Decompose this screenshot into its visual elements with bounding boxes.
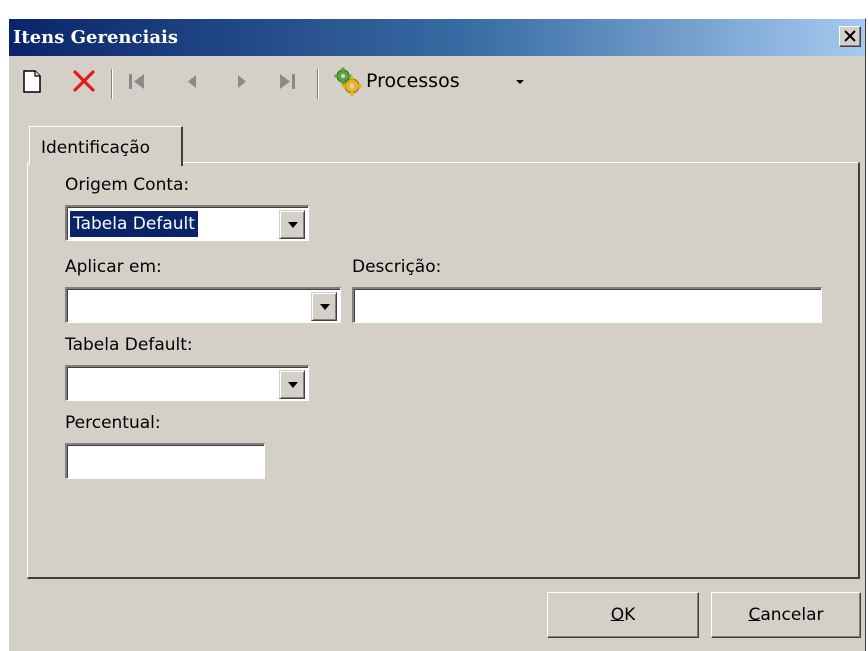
chevron-down-icon: [288, 222, 298, 228]
processos-gears-icon: [334, 67, 362, 96]
origem-conta-value: Tabela Default: [69, 210, 199, 238]
close-button[interactable]: [839, 26, 861, 47]
processos-label: Processos: [366, 70, 460, 92]
descricao-label: Descrição:: [352, 257, 442, 277]
tabela-default-select[interactable]: [65, 365, 309, 401]
cancel-label-rest: ancelar: [760, 605, 824, 625]
aplicar-em-label: Aplicar em:: [65, 257, 162, 277]
percentual-field[interactable]: [65, 443, 265, 479]
aplicar-em-dropdown-button[interactable]: [311, 292, 337, 321]
chevron-down-icon: [320, 304, 330, 310]
tabela-default-value: [70, 371, 76, 397]
previous-record-icon: [188, 75, 196, 88]
processos-button[interactable]: Processos: [329, 63, 509, 99]
delete-icon: [73, 70, 95, 92]
first-record-button[interactable]: [125, 68, 153, 96]
ok-label-rest: K: [624, 605, 636, 625]
processos-dropdown-button[interactable]: [513, 68, 533, 96]
delete-button[interactable]: [71, 68, 101, 96]
tab-label: Identificação: [41, 138, 151, 158]
cancel-mnemonic: C: [748, 605, 761, 625]
first-record-icon: [129, 74, 144, 89]
last-record-icon: [280, 74, 295, 89]
last-record-button[interactable]: [275, 68, 303, 96]
tabela-default-dropdown-button[interactable]: [279, 370, 305, 399]
aplicar-em-select[interactable]: [65, 287, 341, 323]
origem-conta-dropdown-button[interactable]: [279, 210, 305, 239]
next-record-icon: [238, 75, 246, 88]
title-bar[interactable]: Itens Gerenciais: [9, 19, 865, 56]
toolbar: Processos: [9, 57, 865, 109]
dialog-window: Itens Gerenciais Processos Identificação…: [8, 18, 866, 651]
new-document-icon: [23, 70, 41, 93]
cancel-button[interactable]: Cancelar: [711, 592, 861, 638]
tab-identificacao[interactable]: Identificação: [29, 126, 183, 166]
toolbar-separator: [317, 69, 319, 99]
previous-record-button[interactable]: [181, 68, 207, 96]
origem-conta-label: Origem Conta:: [65, 175, 190, 195]
chevron-down-icon: [288, 382, 298, 388]
aplicar-em-value: [70, 293, 76, 319]
descricao-field[interactable]: [352, 287, 822, 323]
tab-panel: Origem Conta: Tabela Default Aplicar em:…: [27, 162, 860, 579]
origem-conta-select[interactable]: Tabela Default: [65, 205, 309, 241]
ok-button[interactable]: OK: [547, 592, 699, 638]
descricao-value: [357, 293, 363, 319]
dropdown-arrow-icon: [516, 80, 524, 84]
tabela-default-label: Tabela Default:: [65, 335, 193, 355]
percentual-label: Percentual:: [65, 413, 161, 433]
ok-mnemonic: O: [610, 605, 625, 625]
percentual-value: [70, 449, 76, 475]
next-record-button[interactable]: [231, 68, 257, 96]
new-button[interactable]: [21, 68, 47, 96]
toolbar-separator: [111, 69, 113, 99]
window-title: Itens Gerenciais: [13, 27, 178, 48]
close-icon: [844, 30, 856, 42]
